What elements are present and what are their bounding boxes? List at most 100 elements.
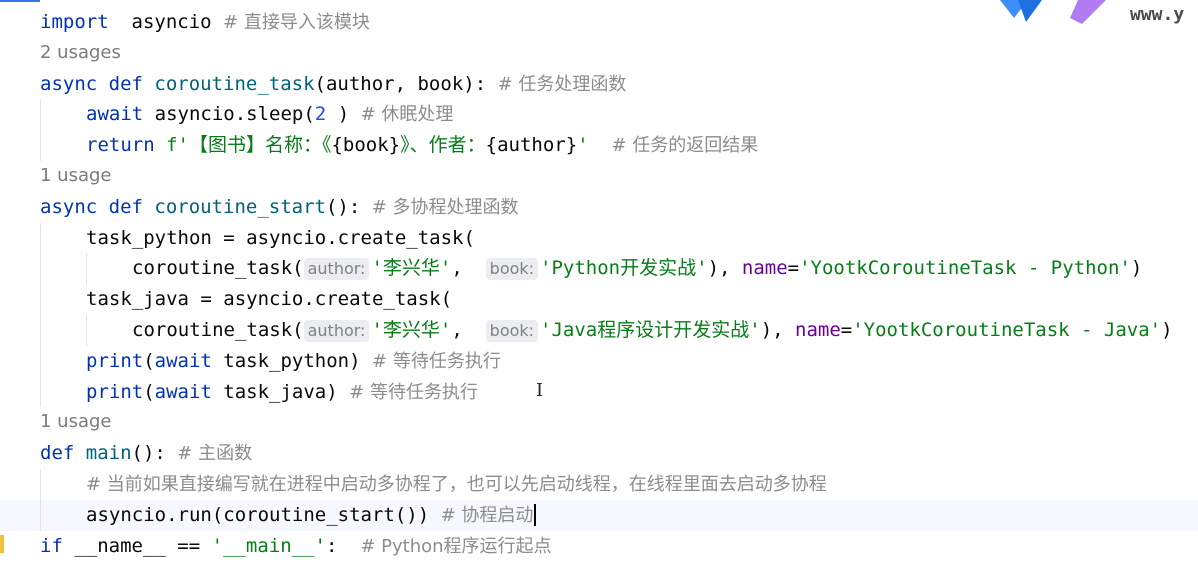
code-token: 'YootkCoroutineTask - Python' [799, 257, 1131, 280]
code-token: ), [707, 257, 742, 280]
code-token: {book} [331, 134, 401, 157]
code-line[interactable]: task_java = asyncio.create_task( [0, 284, 1198, 315]
code-line[interactable]: if __name__ == '__main__': # Python程序运行起… [0, 531, 1198, 562]
code-comment: # 休眠处理 [360, 104, 454, 126]
code-token: await [154, 380, 224, 403]
code-token: coroutine_task [154, 72, 315, 95]
usage-hint[interactable]: 1 usage [0, 161, 1198, 192]
code-token: import [40, 11, 109, 33]
code-comment: # 协程启动 [440, 504, 534, 526]
code-token: return [86, 134, 167, 157]
code-comment: # 等待任务执行 [372, 350, 501, 372]
code-comment: # 等待任务执行 [349, 381, 478, 403]
parameter-hint: book: [485, 319, 539, 342]
code-token: f'【图书】名称：《 [166, 134, 332, 157]
active-tab-indicator [0, 0, 40, 2]
indent-guide [40, 345, 41, 377]
code-token: await [86, 103, 155, 126]
indent-guide [40, 222, 41, 254]
code-token: task_java) [223, 380, 350, 403]
code-token: 》、作者： [400, 134, 486, 157]
code-token: if [40, 534, 75, 557]
code-line[interactable]: coroutine_task(author: '李兴华', book: 'Pytho… [0, 253, 1198, 285]
code-line[interactable]: async def coroutine_start(): # 多协程处理函数 [0, 192, 1198, 223]
code-line[interactable]: await asyncio.sleep(2 ) # 休眠处理 [0, 99, 1198, 131]
code-comment: # 当前如果直接编写就在进程中启动多协程了，也可以先启动线程，在线程里面去启动多… [86, 473, 827, 495]
code-token: (): [325, 195, 372, 218]
parameter-hint: book: [485, 258, 539, 281]
code-line[interactable]: task_python = asyncio.create_task( [0, 222, 1198, 254]
parameter-hint: author: [303, 258, 370, 281]
code-token: (): [131, 442, 178, 465]
code-token: def [40, 442, 86, 465]
code-token: async def [40, 195, 155, 218]
code-token: async def [40, 72, 155, 95]
code-token: ) [1130, 257, 1143, 280]
code-editor[interactable]: import asyncio # 直接导入该模块 2 usages async de… [0, 7, 1198, 561]
code-token: ), [760, 318, 796, 341]
indent-guide [40, 130, 41, 161]
indent-guide [40, 314, 41, 346]
code-token: ' [577, 134, 589, 157]
code-token: (author, book): [314, 72, 498, 95]
code-token: ( [143, 349, 155, 372]
code-comment: # 多协程处理函数 [371, 196, 519, 218]
code-comment: # 任务处理函数 [497, 73, 627, 95]
code-token: coroutine_start [154, 195, 326, 218]
indent-guide [40, 99, 41, 131]
indent-guide [40, 284, 41, 315]
code-line[interactable]: return f'【图书】名称：《{book}》、作者：{author}' # … [0, 130, 1198, 161]
code-token: : [326, 534, 361, 557]
code-token: name [741, 257, 788, 280]
indent-guide [86, 314, 87, 346]
code-line[interactable]: # 当前如果直接编写就在进程中启动多协程了，也可以先启动线程，在线程里面去启动多… [0, 468, 1198, 500]
code-token: asyncio.run(coroutine_start()) [86, 503, 441, 526]
code-token: main [85, 442, 132, 465]
indent-guide [86, 253, 87, 285]
code-token: = [840, 318, 853, 341]
code-token: 2 [314, 103, 327, 126]
code-line[interactable]: print(await task_python) # 等待任务执行 [0, 345, 1198, 377]
code-token: ( [143, 380, 155, 403]
code-token: '李兴华' [371, 257, 452, 280]
usage-hint[interactable]: 1 usage [0, 407, 1198, 438]
indent-guide [40, 468, 41, 500]
code-comment: # 主函数 [177, 443, 253, 465]
usage-hint[interactable]: 2 usages [0, 38, 1198, 69]
code-token: 'YootkCoroutineTask - Java' [852, 318, 1162, 341]
code-comment: # Python程序运行起点 [360, 535, 552, 557]
code-token: task_java = asyncio.create_task( [86, 288, 453, 311]
code-token: name [795, 318, 841, 341]
code-token: ) [1161, 318, 1173, 341]
code-token: print [86, 349, 144, 372]
code-token: , [451, 257, 486, 280]
code-token: coroutine_task( [132, 318, 304, 341]
code-token: 'Java程序设计开发实战' [540, 318, 761, 341]
code-token: print [86, 380, 144, 403]
indent-guide [40, 376, 41, 408]
code-line[interactable]: coroutine_task(author: '李兴华', book: 'Java程… [0, 314, 1198, 346]
code-token: 'Python开发实战' [540, 257, 708, 280]
code-token: asyncio.sleep( [154, 103, 315, 126]
code-token: '李兴华' [371, 318, 452, 341]
code-token: task_python) [223, 349, 373, 372]
indent-guide [40, 499, 41, 531]
code-line[interactable]: print(await task_java) # 等待任务执行 [0, 376, 1198, 408]
code-line[interactable]: asyncio.run(coroutine_start()) # 协程启动 [0, 499, 1198, 531]
code-token: await [154, 349, 224, 372]
code-line[interactable]: async def coroutine_task(author, book): … [0, 69, 1198, 100]
indent-guide [40, 253, 41, 285]
code-token: __name__ == [74, 534, 212, 557]
code-comment: # 任务的返回结果 [611, 135, 759, 157]
code-line[interactable]: import asyncio # 直接导入该模块 [0, 7, 1198, 38]
code-token: {author} [485, 134, 578, 157]
code-line[interactable]: def main(): # 主函数 [0, 438, 1198, 469]
code-token: task_python = asyncio.create_task( [86, 226, 475, 249]
code-token: ) [326, 103, 361, 126]
text-cursor-ibeam: I [536, 380, 544, 401]
code-token: '__main__' [211, 534, 326, 557]
code-token: = [787, 257, 800, 280]
text-caret [534, 504, 537, 527]
code-token: asyncio [108, 11, 224, 33]
